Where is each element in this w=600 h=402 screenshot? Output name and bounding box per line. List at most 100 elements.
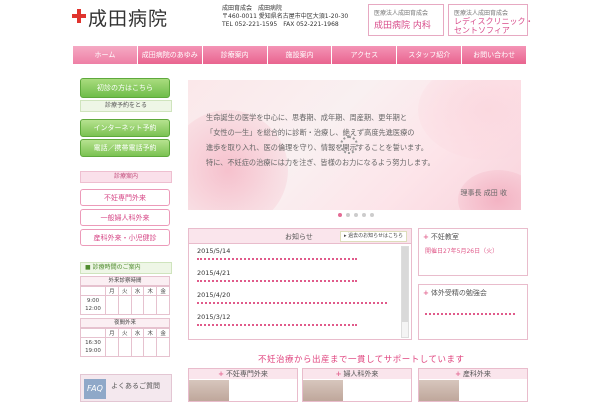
support-tagline: 不妊治療から出産まで一貫してサポートしています bbox=[258, 355, 465, 365]
ivf-seminar-title: + 体外受精の勉強会 bbox=[423, 289, 487, 297]
hours-heading: ■ 診療時間のご案内 bbox=[80, 262, 172, 274]
guide-obstetrics-button[interactable]: 産科外来・小児健診 bbox=[80, 229, 170, 246]
past-news-label: 過去のお知らせはこちら bbox=[348, 233, 403, 239]
header-address: 成田育成会 成田病院 〒460-0011 愛知県名古屋市中区大須1-20-30 … bbox=[222, 5, 348, 29]
card-title: + 婦人科外来 bbox=[303, 369, 411, 379]
news-panel: お知らせ ▸ 過去のお知らせはこちら 2015/5/14 2015/4/21 2… bbox=[188, 228, 412, 340]
hero-line: 生命誕生の医学を中心に、思春期、成年期、周産期、更年期と bbox=[206, 113, 408, 122]
day-fri: 金 bbox=[156, 286, 170, 296]
pm-end: 19:00 bbox=[85, 348, 101, 354]
plus-icon: + bbox=[423, 233, 429, 241]
arrow-right-icon: ▸ bbox=[343, 233, 347, 239]
day-tue: 火 bbox=[117, 328, 132, 338]
clock-icon: ■ bbox=[85, 264, 91, 271]
slide-dot[interactable] bbox=[362, 213, 366, 217]
day-thu: 木 bbox=[143, 328, 158, 338]
news-item[interactable]: 2015/4/21 bbox=[197, 269, 393, 286]
ivf-seminar-link[interactable] bbox=[425, 312, 515, 315]
card-photo bbox=[419, 380, 459, 401]
card-infertility[interactable]: + 不妊専門外来 bbox=[188, 368, 298, 402]
banner-org: 医療法人成田育成会 bbox=[374, 10, 429, 17]
news-link[interactable] bbox=[197, 279, 357, 282]
day-fri: 金 bbox=[156, 328, 170, 338]
news-list: 2015/5/14 2015/4/21 2015/4/20 2015/3/12 bbox=[197, 247, 393, 335]
day-mon: 月 bbox=[105, 328, 119, 338]
address-line: TEL 052-221-1595 FAX 052-221-1968 bbox=[222, 21, 339, 28]
nav-staff[interactable]: スタッフ紹介 bbox=[397, 46, 463, 64]
banner-title-line1: レディスクリニック・ bbox=[454, 17, 534, 26]
plus-icon: + bbox=[423, 289, 429, 297]
hours-heading-label: 診療時間のご案内 bbox=[92, 264, 141, 271]
reserve-label: 診療予約をとる bbox=[80, 100, 172, 112]
banner-title-line2: セントソフィア bbox=[454, 26, 510, 35]
day-mon: 月 bbox=[105, 286, 119, 296]
internal-medicine-banner[interactable]: 医療法人成田育成会 成田病院 内科 bbox=[368, 4, 444, 36]
banner-org: 医療法人成田育成会 bbox=[454, 10, 509, 17]
hero-line: 特に、不妊症の治療には力を注ぎ、皆様のお力になるよう努力します。 bbox=[206, 158, 435, 167]
guide-gynecology-button[interactable]: 一般婦人科外来 bbox=[80, 209, 170, 226]
nav-services[interactable]: 診療案内 bbox=[202, 46, 268, 64]
nav-contact[interactable]: お問い合わせ bbox=[462, 46, 528, 64]
card-photo bbox=[303, 380, 343, 401]
hours-pm-caption: 夜間外来 bbox=[80, 318, 170, 328]
card-title: + 不妊専門外来 bbox=[189, 369, 297, 379]
hero-signature: 理事長 成田 收 bbox=[460, 189, 507, 197]
hours-pm-table: 夜間外来 月 火 水 木 金 16:30 19:00 bbox=[80, 318, 170, 357]
am-end: 12:00 bbox=[85, 306, 101, 312]
faq-banner[interactable]: FAQ よくあるご質問 bbox=[80, 374, 172, 402]
hospital-cross-icon bbox=[72, 9, 86, 23]
hours-am-table: 外来診察時間 月 火 水 木 金 9:00 12:00 bbox=[80, 276, 170, 315]
nav-facilities[interactable]: 施設案内 bbox=[267, 46, 333, 64]
faq-label: よくあるご質問 bbox=[111, 382, 160, 390]
news-link[interactable] bbox=[197, 301, 387, 304]
plus-icon: + bbox=[335, 370, 342, 378]
card-obstetrics[interactable]: + 産科外来 bbox=[418, 368, 528, 402]
first-visit-button[interactable]: 初診の方はこちら bbox=[80, 78, 170, 98]
phone-reserve-button[interactable]: 電話／携帯電話予約 bbox=[80, 139, 170, 157]
slide-dot[interactable] bbox=[346, 213, 350, 217]
hours-am-caption: 外来診察時間 bbox=[80, 276, 170, 286]
am-start: 9:00 bbox=[86, 298, 100, 304]
news-title: お知らせ bbox=[285, 233, 313, 241]
card-photo bbox=[189, 380, 229, 401]
news-date: 2015/4/21 bbox=[197, 269, 231, 277]
internet-reserve-button[interactable]: インターネット予約 bbox=[80, 119, 170, 137]
news-item[interactable]: 2015/3/12 bbox=[197, 313, 393, 330]
guide-heading: 診療案内 bbox=[80, 171, 172, 183]
news-date: 2015/3/12 bbox=[197, 313, 231, 321]
slide-dot[interactable] bbox=[354, 213, 358, 217]
news-date: 2015/5/14 bbox=[197, 247, 231, 255]
news-link[interactable] bbox=[197, 323, 357, 326]
news-scrollbar[interactable] bbox=[401, 246, 409, 338]
news-item[interactable]: 2015/4/20 bbox=[197, 291, 393, 308]
day-wed: 水 bbox=[130, 328, 145, 338]
infertility-class-date[interactable]: 開催日27年5月26日（火） bbox=[425, 246, 527, 255]
nav-home[interactable]: ホーム bbox=[73, 46, 138, 64]
banner-title: 成田病院 内科 bbox=[374, 21, 431, 31]
past-news-button[interactable]: ▸ 過去のお知らせはこちら bbox=[339, 231, 407, 242]
guide-infertility-button[interactable]: 不妊専門外来 bbox=[80, 189, 170, 206]
news-link[interactable] bbox=[197, 257, 357, 260]
nav-history[interactable]: 成田病院のあゆみ bbox=[137, 46, 203, 64]
day-wed: 水 bbox=[130, 286, 145, 296]
card-gynecology[interactable]: + 婦人科外来 bbox=[302, 368, 412, 402]
hero-slideshow[interactable]: 生命誕生の医学を中心に、思春期、成年期、周産期、更年期と 「女性の一生」を総合的… bbox=[188, 80, 521, 210]
hospital-logo[interactable]: 成田病院 bbox=[88, 4, 168, 31]
pm-start: 16:30 bbox=[85, 340, 101, 346]
infertility-class-title: + 不妊教室 bbox=[423, 233, 459, 241]
news-header: お知らせ ▸ 過去のお知らせはこちら bbox=[189, 229, 411, 244]
nav-access[interactable]: アクセス bbox=[332, 46, 398, 64]
ladies-clinic-banner[interactable]: 医療法人成田育成会 レディスクリニック・ セントソフィア bbox=[448, 4, 534, 36]
news-date: 2015/4/20 bbox=[197, 291, 231, 299]
plus-icon: + bbox=[218, 370, 224, 378]
slide-dot[interactable] bbox=[370, 213, 374, 217]
slide-dot[interactable] bbox=[338, 213, 342, 217]
hero-line: 「女性の一生」を総合的に診断・治療し、絶えず高度先進医療の bbox=[206, 128, 415, 137]
news-item[interactable]: 2015/5/14 bbox=[197, 247, 393, 264]
ivf-seminar-box[interactable]: + 体外受精の勉強会 bbox=[418, 284, 528, 340]
infertility-class-box[interactable]: + 不妊教室 開催日27年5月26日（火） bbox=[418, 228, 528, 276]
scrollbar-thumb[interactable] bbox=[402, 247, 408, 322]
card-title: + 産科外来 bbox=[419, 369, 527, 379]
day-tue: 火 bbox=[117, 286, 132, 296]
faq-icon: FAQ bbox=[84, 379, 106, 399]
